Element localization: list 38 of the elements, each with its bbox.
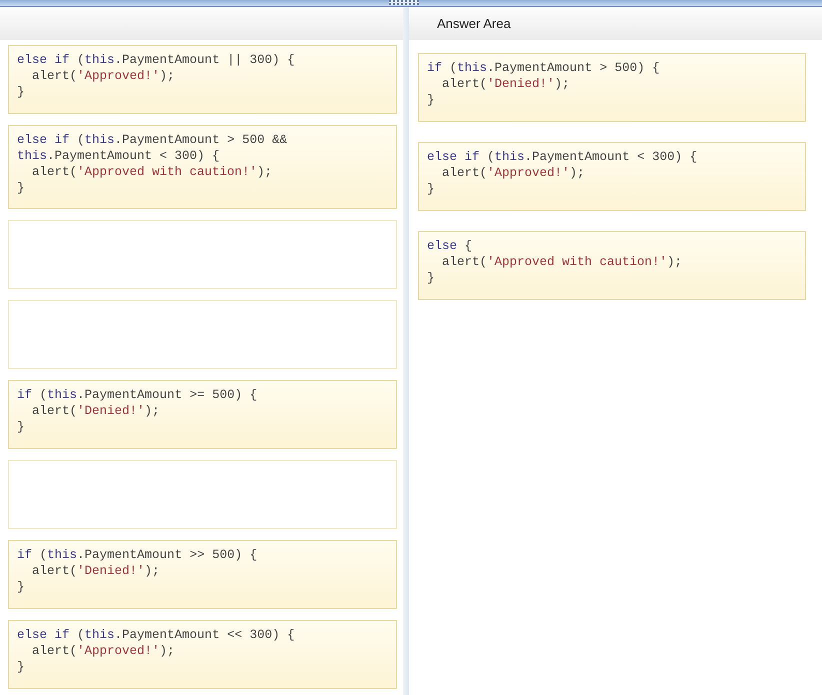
code-line: else if (this.PaymentAmount << 300) { (17, 627, 295, 643)
code-line: if (this.PaymentAmount >> 500) { (17, 547, 258, 563)
code-block[interactable]: if (this.PaymentAmount > 500) { alert('Denied!'); } (418, 53, 806, 122)
code-line: if (this.PaymentAmount >= 500) { (17, 387, 258, 403)
code-line: else if (this.PaymentAmount || 300) { (17, 52, 295, 68)
code-block[interactable]: if (this.PaymentAmount >> 500) { alert('Denied!'); } (8, 540, 397, 609)
code-line: } (17, 659, 25, 675)
code-block[interactable]: else { alert('Approved with caution!'); } (418, 231, 806, 300)
empty-slot[interactable] (8, 460, 397, 529)
code-line: } (17, 180, 25, 196)
code-line: } (427, 270, 435, 286)
code-line: } (17, 419, 25, 435)
code-line: this.PaymentAmount < 300) { (17, 148, 220, 164)
code-line: } (427, 181, 435, 197)
code-line: alert('Denied!'); (441, 76, 570, 92)
code-block[interactable]: else if (this.PaymentAmount > 500 && this.PaymentAmount < 300) { alert('Approved with caution!'); } (8, 125, 397, 209)
code-line: alert('Approved!'); (441, 165, 585, 181)
answer-area-title: Answer Area (437, 16, 511, 31)
code-line: else { (427, 238, 472, 254)
code-line: else if (this.PaymentAmount < 300) { (427, 149, 698, 165)
code-block[interactable]: else if (this.PaymentAmount || 300) { alert('Approved!'); } (8, 45, 397, 114)
code-line: else if (this.PaymentAmount > 500 && (17, 132, 288, 148)
code-line: alert('Approved!'); (31, 68, 175, 84)
code-line: alert('Approved with caution!'); (441, 254, 682, 270)
empty-slot[interactable] (8, 300, 397, 369)
code-line: alert('Denied!'); (31, 403, 160, 419)
code-line: alert('Approved!'); (31, 643, 175, 659)
grip-handle-icon[interactable] (389, 0, 419, 5)
code-block[interactable]: else if (this.PaymentAmount << 300) { alert('Approved!'); } (8, 620, 397, 689)
empty-slot[interactable] (8, 220, 397, 289)
code-line: alert('Approved with caution!'); (31, 164, 272, 180)
code-line: alert('Denied!'); (31, 563, 160, 579)
code-line: } (17, 579, 25, 595)
code-block[interactable]: if (this.PaymentAmount >= 500) { alert('Denied!'); } (8, 380, 397, 449)
code-block[interactable]: else if (this.PaymentAmount < 300) { alert('Approved!'); } (418, 142, 806, 211)
code-line: if (this.PaymentAmount > 500) { (427, 60, 660, 76)
code-line: } (17, 84, 25, 100)
code-line: } (427, 92, 435, 108)
